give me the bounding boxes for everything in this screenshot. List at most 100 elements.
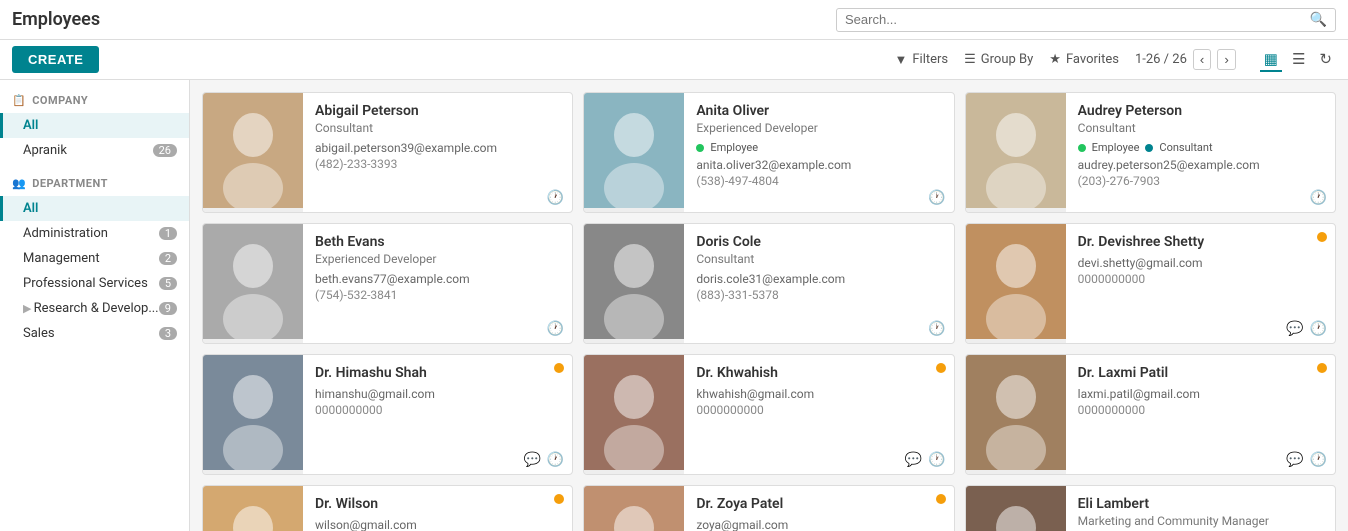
status-dot: [936, 363, 946, 373]
status-dot: [936, 494, 946, 504]
kanban-view-icon[interactable]: ▦: [1260, 48, 1282, 72]
card-photo: [584, 224, 684, 343]
employee-card[interactable]: Dr. Wilson wilson@gmail.com 0000000000 💬…: [202, 485, 573, 531]
clock-icon[interactable]: 🕐: [547, 190, 564, 206]
employee-email: devi.shetty@gmail.com: [1078, 256, 1323, 270]
employee-phone: 0000000000: [1078, 272, 1323, 286]
apranik-badge: 26: [153, 144, 177, 157]
sidebar-item-research[interactable]: ▶ Research & Develop... 9: [0, 296, 189, 321]
chat-icon[interactable]: 💬: [1286, 452, 1303, 468]
clock-view-icon[interactable]: ↻: [1315, 48, 1336, 72]
employee-name: Eli Lambert: [1078, 496, 1323, 512]
employee-name: Dr. Zoya Patel: [696, 496, 941, 512]
clock-icon[interactable]: 🕐: [928, 321, 945, 337]
sidebar-item-management[interactable]: Management 2: [0, 246, 189, 271]
employee-card[interactable]: Audrey Peterson Consultant EmployeeConsu…: [965, 92, 1336, 213]
clock-icon[interactable]: 🕐: [547, 321, 564, 337]
clock-icon[interactable]: 🕐: [547, 452, 564, 468]
status-dot: [554, 363, 564, 373]
filter-group: ▼ Filters ☰ Group By ★ Favorites 1-26 / …: [894, 48, 1336, 72]
employee-card[interactable]: Dr. Himashu Shah himanshu@gmail.com 0000…: [202, 354, 573, 475]
chat-icon[interactable]: 💬: [523, 452, 540, 468]
employee-title: Consultant: [315, 121, 560, 135]
cards-grid: Abigail Peterson Consultant abigail.pete…: [202, 92, 1336, 531]
employee-email: laxmi.patil@gmail.com: [1078, 387, 1323, 401]
research-arrow: ▶: [23, 302, 31, 315]
employee-email: wilson@gmail.com: [315, 518, 560, 531]
card-photo: [203, 355, 303, 474]
employee-title: Consultant: [1078, 121, 1323, 135]
sidebar-item-sales[interactable]: Sales 3: [0, 321, 189, 346]
groupby-button[interactable]: ☰ Group By: [964, 52, 1033, 67]
professional-services-badge: 5: [159, 277, 177, 290]
card-photo: [584, 93, 684, 212]
chat-icon[interactable]: 💬: [905, 452, 922, 468]
employee-name: Doris Cole: [696, 234, 941, 250]
employee-card[interactable]: Dr. Khwahish khwahish@gmail.com 00000000…: [583, 354, 954, 475]
card-photo: [966, 355, 1066, 474]
card-body: Abigail Peterson Consultant abigail.pete…: [303, 93, 572, 212]
card-body: Dr. Khwahish khwahish@gmail.com 00000000…: [684, 355, 953, 474]
employee-name: Dr. Devishree Shetty: [1078, 234, 1323, 250]
employee-title: Experienced Developer: [315, 252, 560, 266]
search-input[interactable]: [845, 12, 1310, 27]
search-icon: 🔍: [1310, 12, 1327, 28]
department-section-title: 👥 DEPARTMENT: [0, 171, 189, 196]
view-icons: ▦ ☰ ↻: [1260, 48, 1336, 72]
status-dot: [554, 494, 564, 504]
card-photo: [584, 355, 684, 474]
favorites-button[interactable]: ★ Favorites: [1049, 52, 1119, 67]
employee-name: Dr. Wilson: [315, 496, 560, 512]
clock-icon[interactable]: 🕐: [1310, 321, 1327, 337]
sidebar-item-company-all[interactable]: All: [0, 113, 189, 138]
search-bar[interactable]: 🔍: [836, 8, 1336, 32]
clock-icon[interactable]: 🕐: [928, 452, 945, 468]
employee-card[interactable]: Dr. Devishree Shetty devi.shetty@gmail.c…: [965, 223, 1336, 344]
employee-title: Experienced Developer: [696, 121, 941, 135]
clock-icon[interactable]: 🕐: [928, 190, 945, 206]
page-title: Employees: [12, 9, 824, 30]
card-body: Dr. Devishree Shetty devi.shetty@gmail.c…: [1066, 224, 1335, 343]
card-photo: [966, 93, 1066, 212]
employee-card[interactable]: Anita Oliver Experienced Developer Emplo…: [583, 92, 954, 213]
star-icon: ★: [1049, 52, 1061, 67]
clock-icon[interactable]: 🕐: [1310, 190, 1327, 206]
create-button[interactable]: CREATE: [12, 46, 99, 73]
employee-phone: 0000000000: [315, 403, 560, 417]
prev-page-button[interactable]: ‹: [1193, 49, 1211, 70]
filter-icon: ▼: [894, 52, 907, 68]
sidebar-item-professional-services[interactable]: Professional Services 5: [0, 271, 189, 296]
department-icon: 👥: [12, 177, 26, 190]
status-dot: [1317, 232, 1327, 242]
employee-card[interactable]: Dr. Laxmi Patil laxmi.patil@gmail.com 00…: [965, 354, 1336, 475]
card-photo: [584, 486, 684, 531]
employee-phone: 0000000000: [696, 403, 941, 417]
filters-button[interactable]: ▼ Filters: [894, 52, 948, 68]
employee-phone: 0000000000: [1078, 403, 1323, 417]
employee-card[interactable]: Abigail Peterson Consultant abigail.pete…: [202, 92, 573, 213]
employee-card[interactable]: Dr. Zoya Patel zoya@gmail.com 0000000000…: [583, 485, 954, 531]
employee-phone: (203)-276-7903: [1078, 174, 1323, 188]
chat-icon[interactable]: 💬: [1286, 321, 1303, 337]
card-photo: [203, 486, 303, 531]
employee-email: abigail.peterson39@example.com: [315, 141, 560, 155]
company-icon: 📋: [12, 94, 26, 107]
company-section-title: 📋 COMPANY: [0, 88, 189, 113]
employee-card[interactable]: Doris Cole Consultant doris.cole31@examp…: [583, 223, 954, 344]
clock-icon[interactable]: 🕐: [1310, 452, 1327, 468]
sidebar-item-apranik[interactable]: Apranik 26: [0, 138, 189, 163]
sidebar-item-dept-all[interactable]: All: [0, 196, 189, 221]
sidebar-item-administration[interactable]: Administration 1: [0, 221, 189, 246]
employee-phone: (538)-497-4804: [696, 174, 941, 188]
list-view-icon[interactable]: ☰: [1288, 48, 1309, 72]
employee-card[interactable]: Beth Evans Experienced Developer beth.ev…: [202, 223, 573, 344]
card-body: Dr. Zoya Patel zoya@gmail.com 0000000000…: [684, 486, 953, 531]
employee-phone: (482)-233-3393: [315, 157, 560, 171]
next-page-button[interactable]: ›: [1217, 49, 1235, 70]
employee-email: zoya@gmail.com: [696, 518, 941, 531]
employee-email: anita.oliver32@example.com: [696, 158, 941, 172]
content-area: Abigail Peterson Consultant abigail.pete…: [190, 80, 1348, 531]
employee-card[interactable]: Eli Lambert Marketing and Community Mana…: [965, 485, 1336, 531]
administration-badge: 1: [159, 227, 177, 240]
employee-name: Dr. Laxmi Patil: [1078, 365, 1323, 381]
